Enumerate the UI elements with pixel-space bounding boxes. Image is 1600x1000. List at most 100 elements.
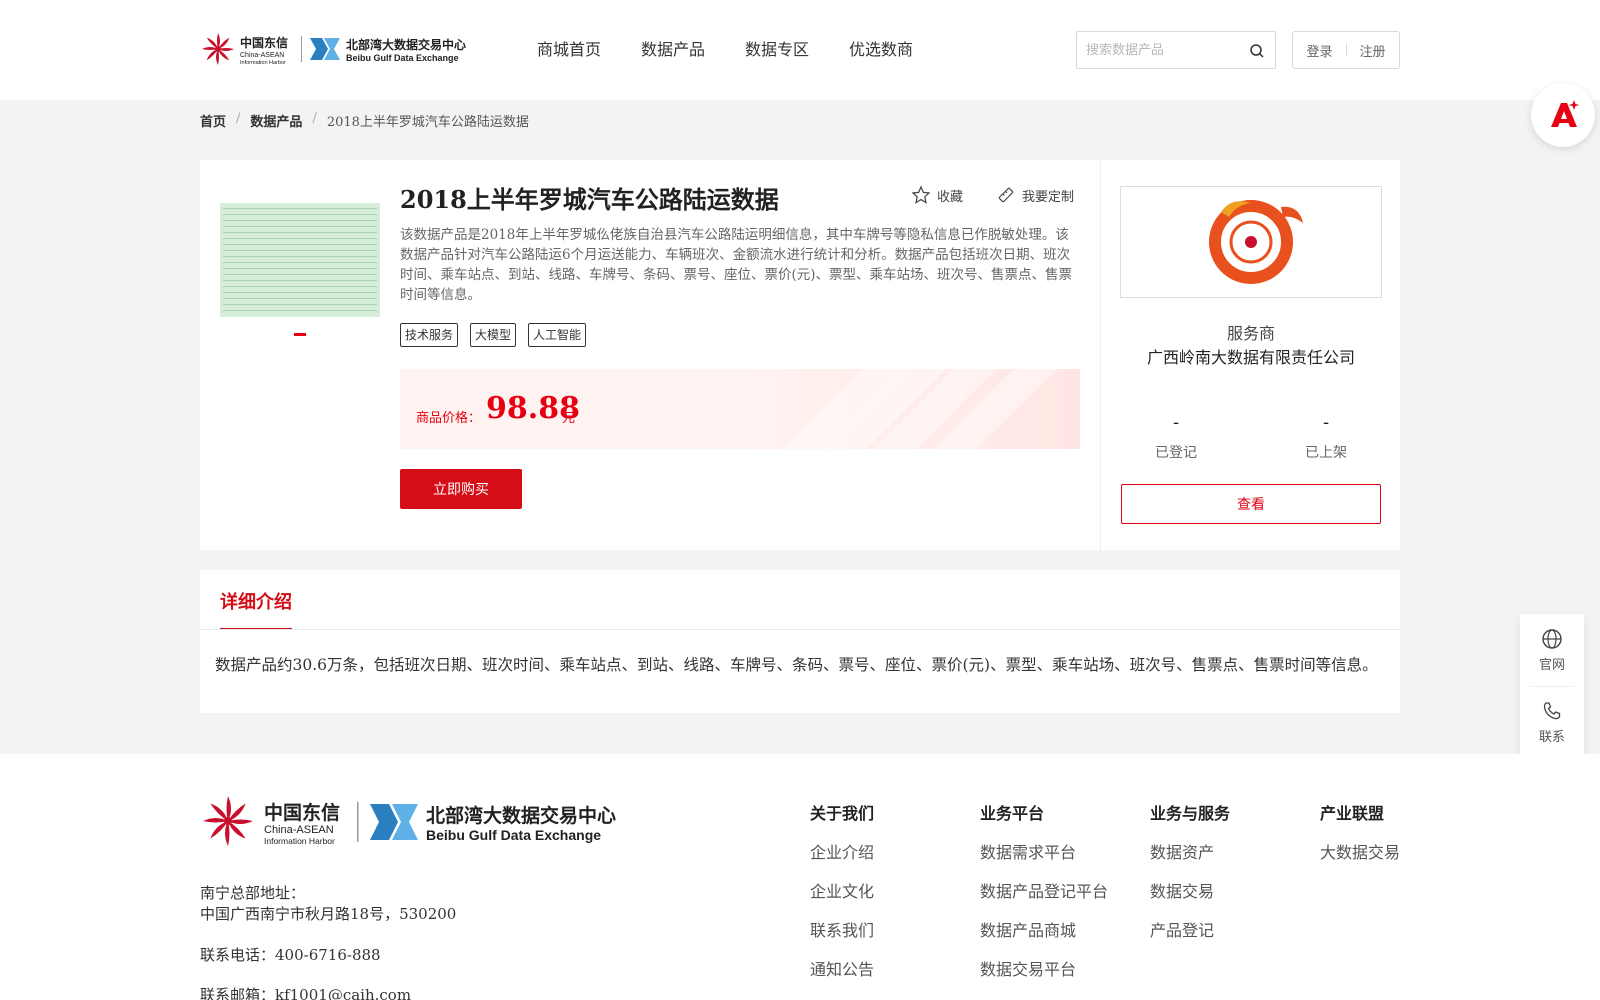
address-label: 南宁总部地址： [200,884,306,902]
globe-icon [1542,629,1562,649]
search-icon[interactable] [1249,43,1265,59]
provider-card: 服务商 广西岭南大数据有限责任公司 - 已登记 - 已上架 查看 [1100,160,1400,550]
favorite-label: 收藏 [937,189,964,205]
breadcrumb-current: 2018上半年罗城汽车公路陆运数据 [326,115,529,130]
footer-col-title: 业务平台 [980,804,1045,823]
provider-name[interactable]: 广西岭南大数据有限责任公司 [1101,344,1401,368]
product-title: 2018上半年罗城汽车公路陆运数据 [400,185,779,214]
footer-col-platform: 业务平台 数据需求平台 数据产品登记平台 数据产品商城 数据交易平台 [980,800,1108,980]
footer-link[interactable]: 大数据交易 [1320,839,1400,863]
price-unit: 元 [562,411,576,426]
provider-logo[interactable] [1120,186,1382,298]
detail-section: 详细介绍 数据产品约30.6万条，包括班次日期、班次时间、乘车站点、到站、线路、… [200,570,1400,713]
footer-col-title: 关于我们 [810,804,875,823]
product-card: 2018上半年罗城汽车公路陆运数据 收藏 我要定制 该数据产品是2018年上半年… [200,160,1100,550]
breadcrumb: 首页 / 数据产品 / 2018上半年罗城汽车公路陆运数据 [200,111,529,130]
customize-label: 我要定制 [1022,189,1075,205]
email[interactable]: 联系邮箱：kf1001@caih.com [200,984,411,1000]
buy-now-button[interactable]: 立即购买 [400,469,522,509]
price-label: 商品价格： [416,411,482,426]
register-link[interactable]: 注册 [1360,41,1386,60]
phone: 联系电话：400-6716-888 [200,946,381,964]
breadcrumb-bar: 首页 / 数据产品 / 2018上半年罗城汽车公路陆运数据 [0,100,1600,140]
footer-link[interactable]: 数据交易平台 [980,956,1108,980]
ruler-icon [998,187,1014,203]
footer-logo: 中国东信 China-ASEAN Information Harbor 北部湾大… [203,796,616,846]
stat-listed-label: 已上架 [1305,445,1347,461]
search-box [1076,31,1276,69]
footer-link[interactable]: 数据交易 [1150,878,1230,902]
provider-label: 服务商 [1226,324,1275,343]
footer-link[interactable]: 企业介绍 [810,839,874,863]
svg-text:China-ASEAN: China-ASEAN [264,824,334,836]
footer-link[interactable]: 企业文化 [810,878,874,902]
footer-link[interactable]: 联系我们 [810,917,874,941]
top-header: 中国东信 China-ASEAN Information Harbor 北部湾大… [0,0,1600,100]
footer-col-alliance: 产业联盟 大数据交易 [1320,800,1400,863]
footer-link[interactable]: 数据资产 [1150,839,1230,863]
svg-text:China-ASEAN: China-ASEAN [240,52,284,59]
breadcrumb-home[interactable]: 首页 [200,111,226,130]
footer: 中国东信 China-ASEAN Information Harbor 北部湾大… [0,754,1600,1000]
address: 中国广西南宁市秋月路18号，530200 [200,905,457,923]
website-tool[interactable]: 官网 [1520,628,1584,673]
price-panel: 商品价格： 98.88 元 [400,369,1080,449]
product-tags: 技术服务 大模型 人工智能 [400,323,587,347]
product-description: 该数据产品是2018年上半年罗城仫佬族自治县汽车公路陆运明细信息，其中车牌号等隐… [400,227,1073,303]
main-nav: 商城首页 数据产品 数据专区 优选数商 [537,38,953,62]
ai-assistant-button[interactable] [1531,83,1595,147]
site-logo[interactable]: 中国东信 China-ASEAN Information Harbor 北部湾大… [200,30,498,68]
svg-text:北部湾大数据交易中心: 北部湾大数据交易中心 [426,804,616,827]
svg-text:Beibu Gulf Data Exchange: Beibu Gulf Data Exchange [346,53,459,63]
footer-link[interactable]: 产品登记 [1150,917,1230,941]
footer-col-title: 产业联盟 [1320,804,1385,823]
footer-col-about: 关于我们 企业介绍 企业文化 联系我们 通知公告 [810,800,874,980]
svg-text:北部湾大数据交易中心: 北部湾大数据交易中心 [346,37,466,52]
search-input[interactable] [1086,40,1246,60]
side-toolbar: 官网 联系 [1520,614,1584,760]
divider [1530,686,1574,687]
svg-text:Information Harbor: Information Harbor [240,60,286,66]
divider [1345,43,1347,57]
divider [200,629,1400,630]
footer-col-title: 业务与服务 [1150,804,1231,823]
provider-emblem-icon [1209,200,1303,284]
phone-icon [1543,702,1561,720]
stat-listed-value: - [1322,412,1330,433]
breadcrumb-separator: / [312,111,317,126]
svg-text:中国东信: 中国东信 [264,801,340,824]
product-thumbnail[interactable] [220,203,380,317]
footer-link[interactable]: 数据需求平台 [980,839,1108,863]
breadcrumb-separator: / [236,111,241,126]
customize-button[interactable]: 我要定制 [996,185,1074,205]
favorite-button[interactable]: 收藏 [911,185,963,205]
stat-listed: - 已上架 [1251,412,1401,462]
tag[interactable]: 技术服务 [400,323,459,347]
stat-registered-label: 已登记 [1155,445,1197,461]
tag[interactable]: 大模型 [470,323,517,347]
footer-link[interactable]: 通知公告 [810,956,874,980]
breadcrumb-section[interactable]: 数据产品 [250,111,302,130]
footer-link[interactable]: 数据产品登记平台 [980,878,1108,902]
svg-text:中国东信: 中国东信 [240,35,288,50]
nav-data-zone[interactable]: 数据专区 [745,38,849,62]
auth-links: 登录 注册 [1292,31,1400,69]
contact-label: 联系 [1538,730,1565,745]
nav-preferred-vendors[interactable]: 优选数商 [849,38,953,62]
view-provider-button[interactable]: 查看 [1121,484,1381,524]
tab-detail[interactable]: 详细介绍 [220,588,292,630]
website-label: 官网 [1538,658,1565,673]
detail-text: 数据产品约30.6万条，包括班次日期、班次时间、乘车站点、到站、线路、车牌号、条… [215,656,1378,674]
tag[interactable]: 人工智能 [528,323,587,347]
nav-mall-home[interactable]: 商城首页 [537,38,641,62]
stat-registered-value: - [1172,412,1180,433]
ai-assistant-icon [1551,100,1580,127]
carousel-indicator[interactable] [294,333,306,336]
star-icon [911,185,931,204]
contact-tool[interactable]: 联系 [1520,700,1584,745]
svg-text:Information Harbor: Information Harbor [264,836,335,846]
login-link[interactable]: 登录 [1306,41,1332,60]
svg-text:Beibu Gulf Data Exchange: Beibu Gulf Data Exchange [426,827,601,843]
nav-data-products[interactable]: 数据产品 [641,38,745,62]
footer-link[interactable]: 数据产品商城 [980,917,1108,941]
